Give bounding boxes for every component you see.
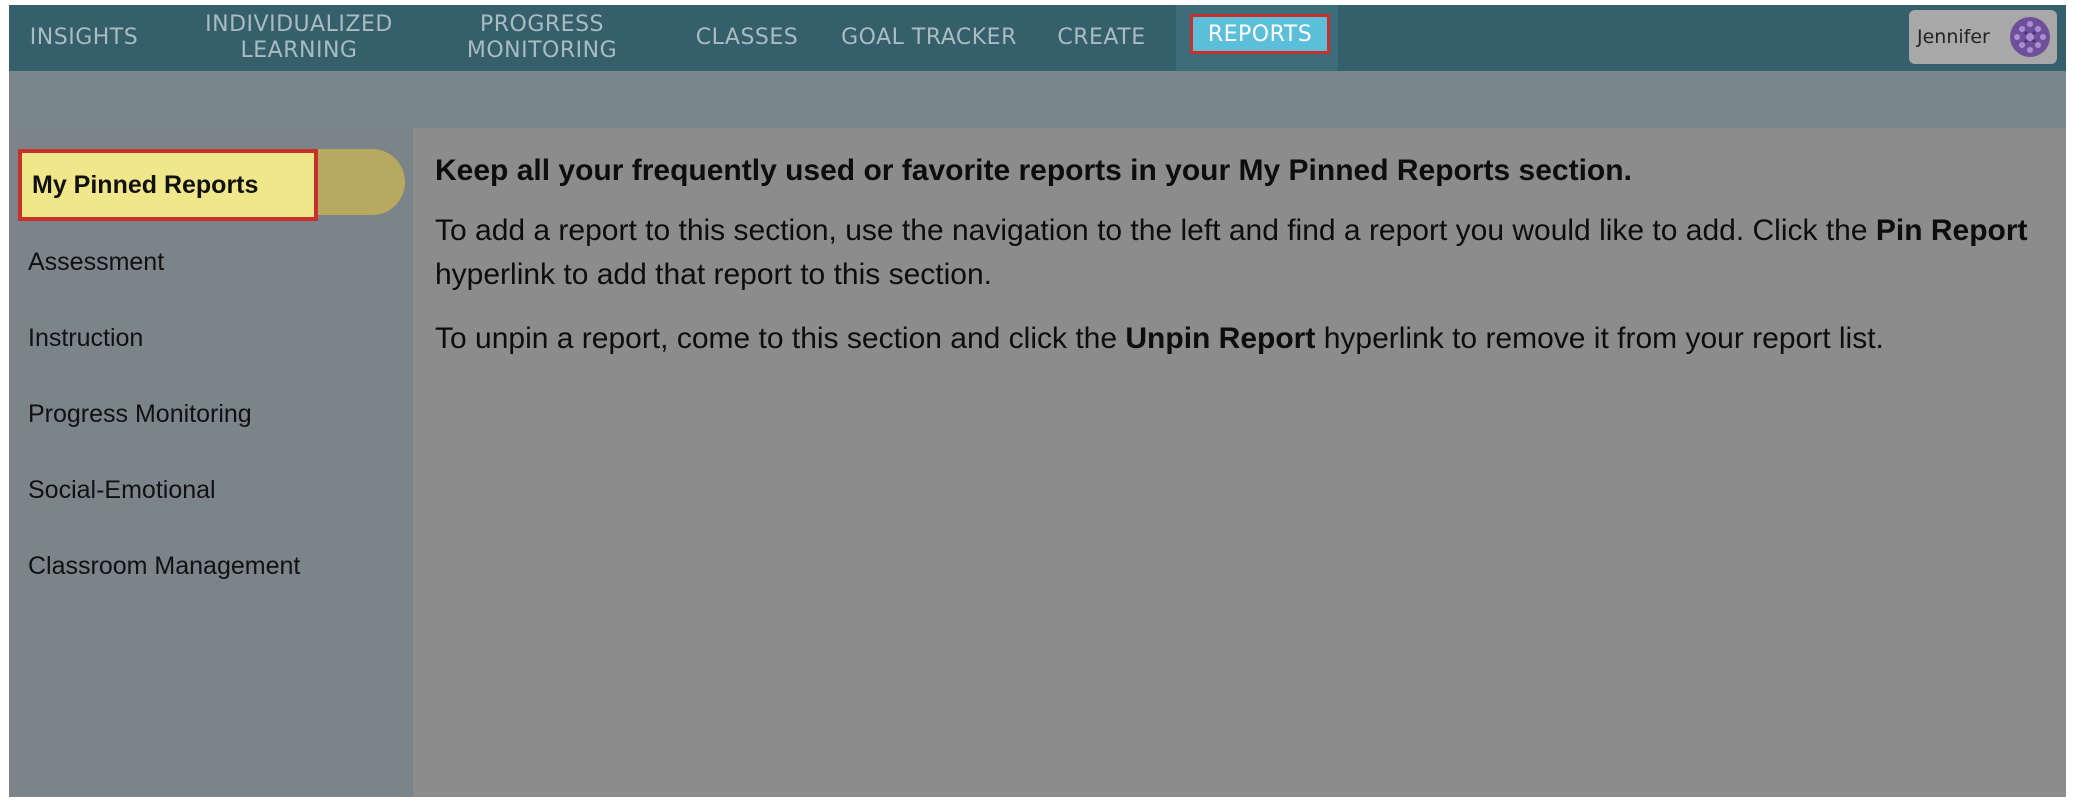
nav-reports-label: REPORTS xyxy=(1207,21,1313,47)
nav-progress-monitoring[interactable]: PROGRESS MONITORING xyxy=(442,5,642,71)
secondary-toolbar xyxy=(9,71,2066,128)
nav-create-label: CREATE xyxy=(1057,25,1146,50)
sidebar-item-my-pinned-reports[interactable]: My Pinned Reports xyxy=(18,149,318,221)
sidebar-item-assessment[interactable]: Assessment xyxy=(28,248,164,277)
add-report-instructions: To add a report to this section, use the… xyxy=(435,209,2055,297)
nav-progress-monitoring-label: PROGRESS MONITORING xyxy=(466,12,618,63)
pin-report-term: Pin Report xyxy=(1875,214,2028,247)
instruction-text: hyperlink to remove it from your report … xyxy=(1315,322,1884,355)
instruction-text: To unpin a report, come to this section … xyxy=(435,322,1126,355)
sidebar-item-social-emotional[interactable]: Social-Emotional xyxy=(28,476,216,505)
sidebar-item-classroom-management[interactable]: Classroom Management xyxy=(28,552,300,581)
nav-goal-tracker-label: GOAL TRACKER xyxy=(841,25,1017,50)
nav-goal-tracker[interactable]: GOAL TRACKER xyxy=(824,5,1034,71)
user-menu[interactable]: Jennifer xyxy=(1909,10,2057,64)
reports-sidebar: My Pinned Reports Assessment Instruction… xyxy=(9,128,413,797)
nav-insights[interactable]: INSIGHTS xyxy=(19,5,149,71)
sidebar-item-label: Assessment xyxy=(28,248,165,276)
nav-classes[interactable]: CLASSES xyxy=(677,5,817,71)
nav-reports-tab: REPORTS xyxy=(1176,5,1338,71)
nav-reports[interactable]: REPORTS xyxy=(1190,14,1330,54)
pinned-reports-content: Keep all your frequently used or favorit… xyxy=(435,153,2055,361)
sidebar-item-label: Progress Monitoring xyxy=(28,400,252,428)
instruction-text: To add a report to this section, use the… xyxy=(435,214,1876,247)
nav-individualized-learning-label: INDIVIDUALIZED LEARNING xyxy=(205,12,393,63)
unpin-report-instructions: To unpin a report, come to this section … xyxy=(435,317,2055,361)
unpin-report-term: Unpin Report xyxy=(1125,322,1316,355)
sidebar-item-label: Instruction xyxy=(28,324,144,352)
nav-create[interactable]: CREATE xyxy=(1044,5,1159,71)
app-frame: INSIGHTS INDIVIDUALIZED LEARNING PROGRES… xyxy=(9,5,2066,797)
user-name: Jennifer xyxy=(1917,26,1990,48)
nav-classes-label: CLASSES xyxy=(695,25,799,50)
sidebar-item-label: My Pinned Reports xyxy=(32,170,259,199)
top-navigation-bar: INSIGHTS INDIVIDUALIZED LEARNING PROGRES… xyxy=(9,5,2066,71)
nav-individualized-learning[interactable]: INDIVIDUALIZED LEARNING xyxy=(189,5,409,71)
sidebar-item-label: Classroom Management xyxy=(28,552,301,580)
avatar-pattern-icon xyxy=(2010,17,2050,57)
content-heading: Keep all your frequently used or favorit… xyxy=(435,154,1632,187)
nav-insights-label: INSIGHTS xyxy=(29,25,139,50)
instruction-text: hyperlink to add that report to this sec… xyxy=(435,258,992,291)
sidebar-item-instruction[interactable]: Instruction xyxy=(28,324,143,353)
sidebar-item-label: Social-Emotional xyxy=(28,476,216,504)
sidebar-item-progress-monitoring[interactable]: Progress Monitoring xyxy=(28,400,252,429)
